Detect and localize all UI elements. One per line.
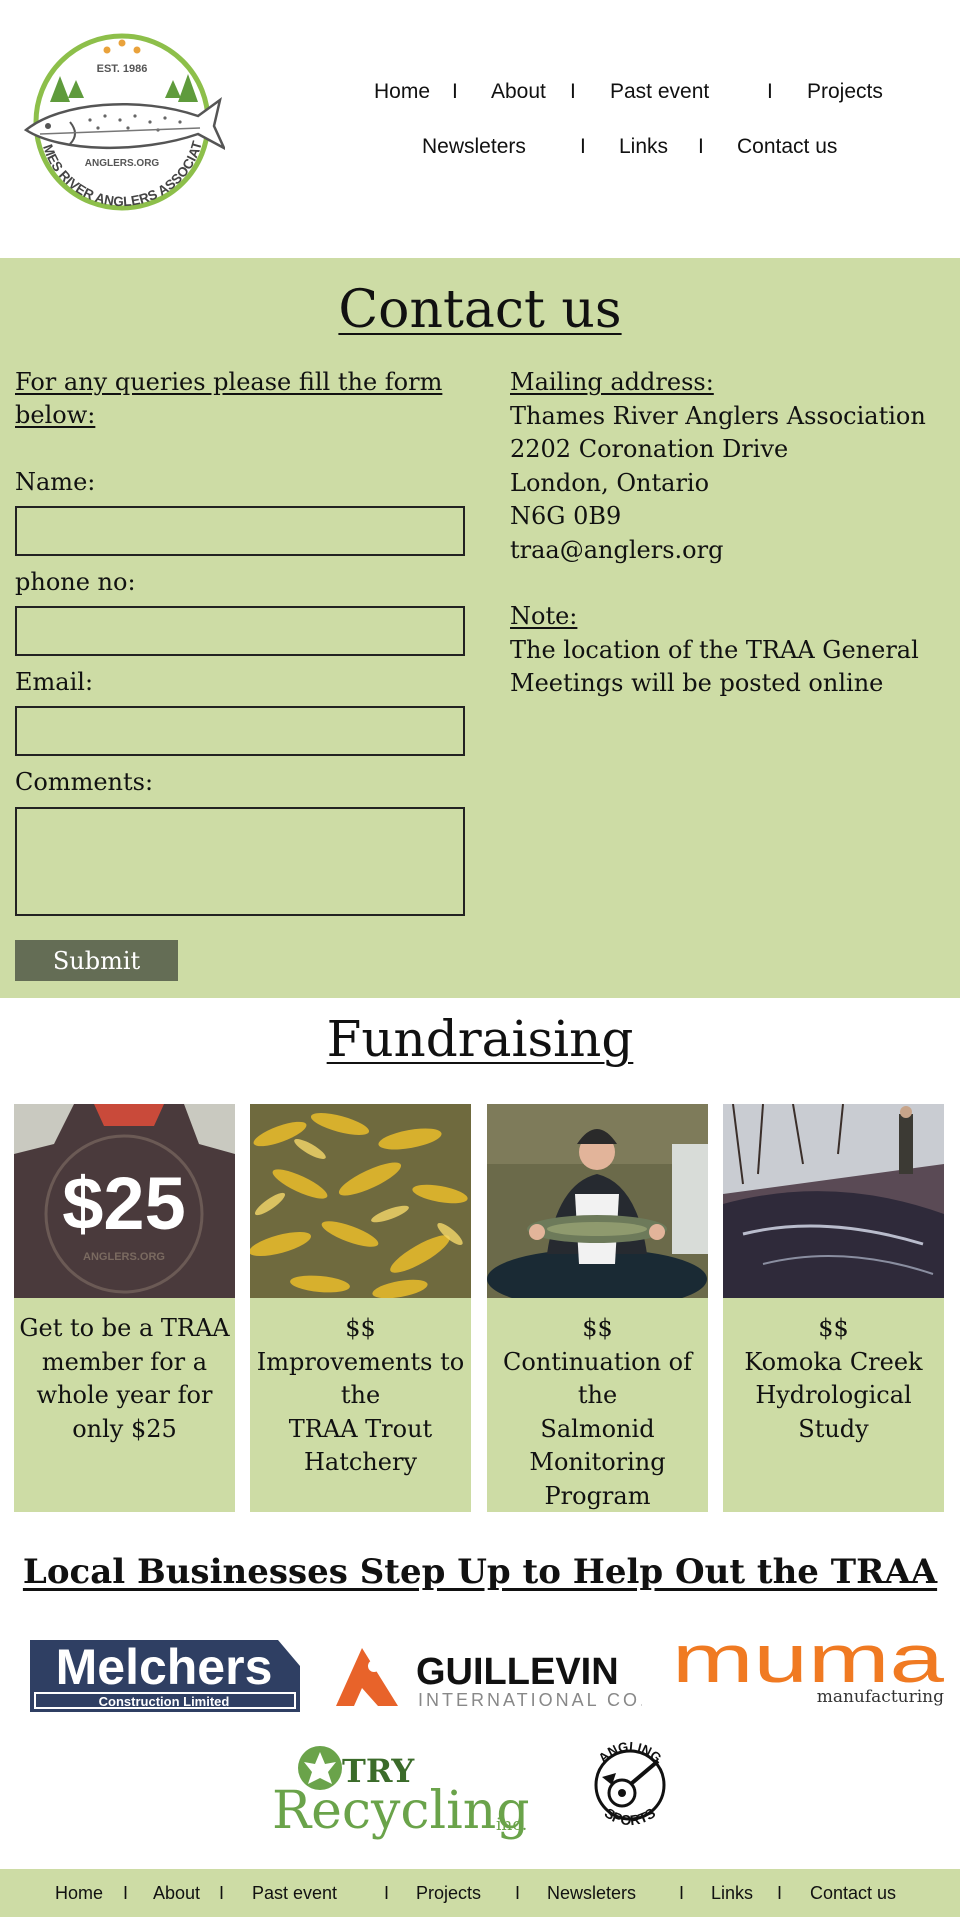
svg-text:ANGLERS.ORG: ANGLERS.ORG <box>83 1251 165 1263</box>
nav-links[interactable]: Links <box>619 135 668 159</box>
komoka-creek-image <box>723 1104 944 1298</box>
submit-button[interactable]: Submit <box>15 940 178 981</box>
svg-text:EST. 1986: EST. 1986 <box>97 63 148 75</box>
nav-separator: I <box>384 1883 390 1903</box>
svg-text:ANGLERS.ORG: ANGLERS.ORG <box>85 158 160 169</box>
nav-separator: I <box>767 80 773 103</box>
email-label: Email: <box>15 668 94 696</box>
nav-separator: I <box>679 1883 685 1903</box>
name-field[interactable] <box>15 506 465 556</box>
footer-nav: Home I About I Past event I Projects I N… <box>0 1869 960 1917</box>
footer-newsletters[interactable]: Newsleters <box>547 1883 636 1904</box>
svg-text:INTERNATIONAL CO.: INTERNATIONAL CO. <box>418 1690 642 1710</box>
fundraising-card-hatchery[interactable]: $$ Improvements to the TRAA Trout Hatche… <box>250 1104 471 1512</box>
email-field[interactable] <box>15 706 465 756</box>
email-link[interactable]: traa@anglers.org <box>510 534 950 568</box>
card-text: $$ Improvements to the TRAA Trout Hatche… <box>256 1314 465 1476</box>
footer-past-event[interactable]: Past event <box>252 1883 337 1904</box>
nav-about[interactable]: About <box>491 80 546 104</box>
melchers-logo[interactable]: Melchers Construction Limited <box>28 1628 304 1714</box>
mailing-address: Mailing address: Thames River Anglers As… <box>510 366 950 701</box>
fundraising-card-komoka[interactable]: $$ Komoka Creek Hydrological Study <box>723 1104 944 1512</box>
hatchery-image <box>250 1104 471 1298</box>
svg-text:GUILLEVIN: GUILLEVIN <box>416 1651 619 1693</box>
nav-separator: I <box>698 135 704 158</box>
try-recycling-logo[interactable]: TRY Recycling inc. <box>270 1740 530 1840</box>
nav-separator: I <box>515 1883 521 1903</box>
svg-text:inc.: inc. <box>496 1815 527 1835</box>
nav-separator: I <box>777 1883 783 1903</box>
guillevin-logo[interactable]: GUILLEVIN INTERNATIONAL CO. <box>332 1644 642 1714</box>
address-line: Thames River Anglers Association <box>510 401 926 430</box>
footer-about[interactable]: About <box>153 1883 200 1904</box>
contact-title: Contact us <box>338 280 622 340</box>
membership-image: ANGLERS.ORG $25 <box>14 1104 235 1298</box>
muma-logo[interactable]: muma manufacturing <box>672 1630 947 1708</box>
note-text: The location of the TRAA General Meeting… <box>510 635 919 698</box>
footer-home[interactable]: Home <box>55 1883 103 1904</box>
site-header: EST. 1986 ANGLERS.ORG THAMES RIVER ANGLE… <box>0 0 960 258</box>
fundraising-title: Fundraising <box>326 1010 634 1068</box>
address-line: N6G 0B9 <box>510 502 622 530</box>
comments-field[interactable] <box>15 807 465 916</box>
fundraising-card-membership[interactable]: ANGLERS.ORG $25 Get to be a TRAA member … <box>14 1104 235 1512</box>
nav-separator: I <box>580 135 586 158</box>
salmonid-image <box>487 1104 708 1298</box>
nav-newsletters[interactable]: Newsleters <box>422 135 526 159</box>
contact-section: Contact us For any queries please fill t… <box>0 258 960 998</box>
nav-contact-us[interactable]: Contact us <box>737 135 837 159</box>
phone-label: phone no: <box>15 568 136 596</box>
card-text: Get to be a TRAA member for a whole year… <box>19 1314 230 1443</box>
nav-separator: I <box>570 80 576 103</box>
name-label: Name: <box>15 468 96 496</box>
sponsors-title: Local Businesses Step Up to Help Out the… <box>22 1552 938 1592</box>
phone-field[interactable] <box>15 606 465 656</box>
note-heading: Note: <box>510 602 578 630</box>
nav-projects[interactable]: Projects <box>807 80 883 104</box>
footer-contact-us[interactable]: Contact us <box>810 1883 896 1904</box>
svg-text:$25: $25 <box>62 1162 185 1245</box>
nav-separator: I <box>219 1883 225 1903</box>
nav-home[interactable]: Home <box>374 80 430 104</box>
mailing-heading: Mailing address: <box>510 368 714 396</box>
footer-links[interactable]: Links <box>711 1883 753 1904</box>
footer-projects[interactable]: Projects <box>416 1883 481 1904</box>
svg-text:Construction Limited: Construction Limited <box>99 1694 230 1709</box>
svg-text:manufacturing: manufacturing <box>817 1687 944 1707</box>
card-text: $$ Komoka Creek Hydrological Study <box>744 1314 923 1443</box>
address-line: London, Ontario <box>510 468 710 497</box>
fundraising-card-salmonid[interactable]: $$ Continuation of the Salmonid Monitori… <box>487 1104 708 1512</box>
nav-past-event[interactable]: Past event <box>610 80 709 104</box>
address-line: 2202 Coronation Drive <box>510 435 789 463</box>
svg-text:Recycling: Recycling <box>272 1781 530 1840</box>
form-intro: For any queries please fill the form bel… <box>15 368 443 429</box>
comments-label: Comments: <box>15 768 154 796</box>
angling-sports-logo[interactable]: ANGLING SPORTS <box>582 1733 678 1833</box>
traa-logo[interactable]: EST. 1986 ANGLERS.ORG THAMES RIVER ANGLE… <box>20 30 225 220</box>
svg-text:Melchers: Melchers <box>56 1639 273 1695</box>
nav-separator: I <box>452 80 458 103</box>
nav-separator: I <box>123 1883 129 1903</box>
card-text: $$ Continuation of the Salmonid Monitori… <box>503 1314 692 1510</box>
